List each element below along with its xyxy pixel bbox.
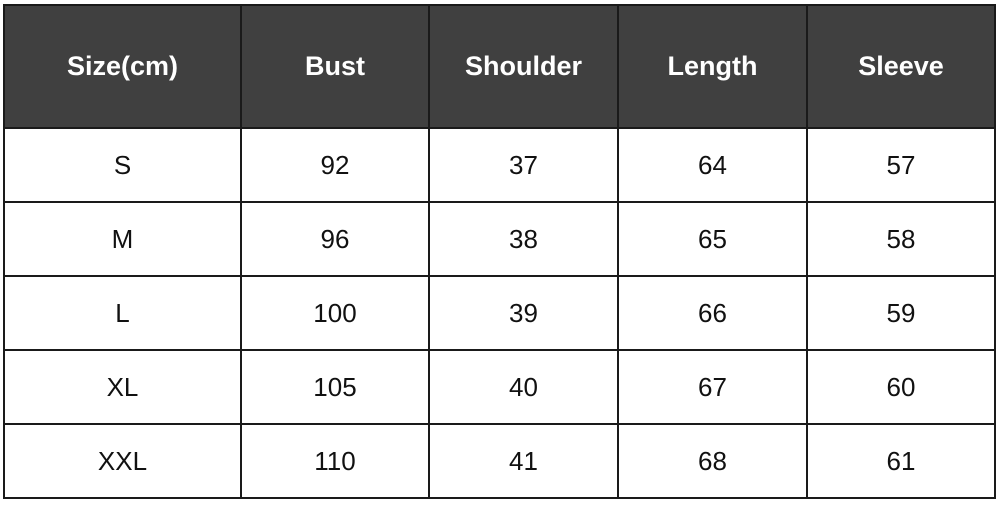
cell-bust: 100 [240,275,430,351]
cell-size: S [3,127,242,203]
cell-shoulder: 41 [428,423,619,499]
cell-length: 65 [617,201,808,277]
table-row: S 92 37 64 57 [3,127,996,203]
header-length: Length [617,4,808,129]
header-row: Size(cm) Bust Shoulder Length Sleeve [3,4,996,129]
cell-length: 66 [617,275,808,351]
cell-sleeve: 60 [806,349,996,425]
cell-sleeve: 59 [806,275,996,351]
header-bust: Bust [240,4,430,129]
cell-size: M [3,201,242,277]
table-row: M 96 38 65 58 [3,201,996,277]
cell-bust: 92 [240,127,430,203]
table-row: XXL 110 41 68 61 [3,423,996,499]
cell-length: 68 [617,423,808,499]
table-row: L 100 39 66 59 [3,275,996,351]
cell-bust: 105 [240,349,430,425]
cell-size: XXL [3,423,242,499]
header-shoulder: Shoulder [428,4,619,129]
cell-sleeve: 61 [806,423,996,499]
header-sleeve: Sleeve [806,4,996,129]
cell-sleeve: 58 [806,201,996,277]
cell-length: 67 [617,349,808,425]
cell-bust: 110 [240,423,430,499]
cell-bust: 96 [240,201,430,277]
cell-shoulder: 37 [428,127,619,203]
table-row: XL 105 40 67 60 [3,349,996,425]
cell-size: XL [3,349,242,425]
cell-shoulder: 40 [428,349,619,425]
cell-shoulder: 38 [428,201,619,277]
cell-sleeve: 57 [806,127,996,203]
cell-size: L [3,275,242,351]
cell-shoulder: 39 [428,275,619,351]
cell-length: 64 [617,127,808,203]
size-chart-table: Size(cm) Bust Shoulder Length Sleeve S 92… [3,4,996,499]
header-size: Size(cm) [3,4,242,129]
